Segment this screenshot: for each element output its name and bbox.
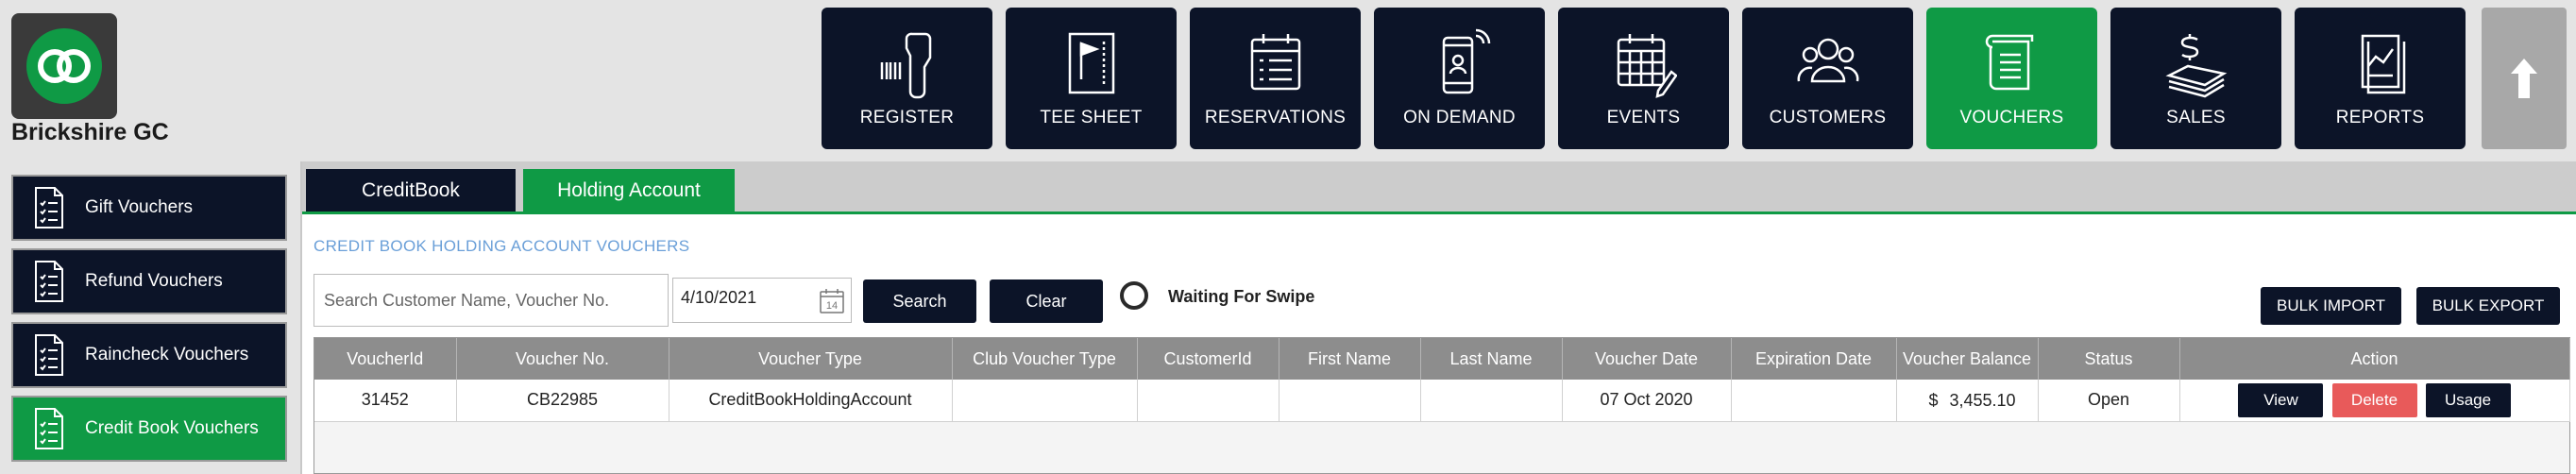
nav-reports[interactable]: REPORTS [2295,8,2466,149]
sidebar-item-raincheck-vouchers[interactable]: Raincheck Vouchers [11,322,287,388]
cell-status: Open [2038,380,2180,422]
swipe-status-text: Waiting For Swipe [1168,287,1315,306]
users-icon [1797,38,1858,83]
column-header: Action [2179,338,2570,380]
column-header[interactable]: Expiration Date [1731,338,1897,380]
nav-on-demand[interactable]: ON DEMAND [1374,8,1545,149]
sidebar-item-refund-vouchers[interactable]: Refund Vouchers [11,248,287,314]
swipe-spinner-icon [1120,281,1148,310]
search-input[interactable] [314,274,669,327]
column-header[interactable]: Last Name [1420,338,1563,380]
nav-reports-label: REPORTS [2335,108,2425,127]
column-header[interactable]: First Name [1279,338,1421,380]
checklist-document-icon [35,187,63,229]
nav-on-demand-label: ON DEMAND [1403,108,1516,127]
column-header[interactable]: Voucher Date [1562,338,1732,380]
table-header-row: VoucherId Voucher No. Voucher Type Club … [314,338,2570,380]
column-header[interactable]: Voucher No. [456,338,669,380]
column-header[interactable]: Status [2038,338,2180,380]
checklist-document-icon [35,334,63,376]
column-header[interactable]: VoucherId [314,338,457,380]
club-name: Brickshire GC [11,119,169,145]
view-button[interactable]: View [2238,382,2324,417]
nav-sales[interactable]: SALES [2110,8,2281,149]
sidebar-item-label: Gift Vouchers [85,197,194,217]
sidebar-item-credit-book-vouchers[interactable]: Credit Book Vouchers [11,396,287,462]
bulk-import-button[interactable]: BULK IMPORT [2261,287,2401,325]
date-picker[interactable]: 4/10/2021 14 [672,278,852,323]
flag-icon [1068,32,1114,94]
column-header[interactable]: CustomerId [1137,338,1280,380]
delete-button[interactable]: Delete [2331,382,2417,417]
calendar-icon[interactable]: 14 [819,288,845,314]
nav-events[interactable]: EVENTS [1558,8,1729,149]
sidebar-item-label: Refund Vouchers [85,271,223,291]
nav-reservations-label: RESERVATIONS [1204,108,1347,127]
reservation-list-icon [1250,34,1300,91]
tab-creditbook[interactable]: CreditBook [306,169,516,212]
scroll-to-top-button[interactable] [2482,8,2567,149]
nav-tee-sheet-label: TEE SHEET [1040,108,1143,127]
sidebar-item-label: Raincheck Vouchers [85,345,249,364]
voucher-document-icon [1985,34,2033,91]
cell-voucher-type: CreditBookHoldingAccount [669,380,953,422]
search-button[interactable]: Search [863,279,976,323]
nav-register-label: REGISTER [859,108,955,127]
cell-voucher-no: CB22985 [456,380,669,422]
nav-register[interactable]: REGISTER [822,8,992,149]
mobile-phone-icon [1442,28,1490,94]
vouchers-table-container: VoucherId Voucher No. Voucher Type Club … [314,337,2570,474]
barcode-scanner-icon [880,32,931,99]
nav-vouchers[interactable]: VOUCHERS [1926,8,2097,149]
report-chart-icon [2361,34,2405,94]
checklist-document-icon [35,408,63,449]
checklist-document-icon [35,261,63,302]
bulk-export-button[interactable]: BULK EXPORT [2416,287,2560,325]
column-header[interactable]: Club Voucher Type [952,338,1138,380]
nav-customers-label: CUSTOMERS [1769,108,1887,127]
nav-reservations[interactable]: RESERVATIONS [1190,8,1361,149]
column-header[interactable]: Voucher Type [669,338,953,380]
cell-last-name [1420,380,1563,422]
balance-amount: 3,455.10 [1949,391,2016,410]
calendar-edit-icon [1617,34,1677,98]
balance-currency-symbol: $ [1928,391,1939,410]
tab-bar: CreditBook Holding Account [302,161,2576,214]
sidebar-item-label: Credit Book Vouchers [85,418,259,438]
logo-rings-icon [26,28,102,104]
cell-club-voucher-type [952,380,1138,422]
nav-sales-label: SALES [2166,108,2226,127]
date-value: 4/10/2021 [681,288,757,307]
cell-expiration-date [1731,380,1897,422]
table-row: 31452 CB22985 CreditBookHoldingAccount 0… [314,380,2570,422]
cell-voucher-date: 07 Oct 2020 [1562,380,1732,422]
nav-customers[interactable]: CUSTOMERS [1742,8,1913,149]
cell-actions: View Delete Usage [2179,380,2570,422]
arrow-up-icon [2511,59,2537,98]
nav-tee-sheet[interactable]: TEE SHEET [1006,8,1177,149]
money-stack-icon [2164,34,2227,98]
usage-button[interactable]: Usage [2425,382,2511,417]
svg-text:14: 14 [826,300,838,312]
cell-voucher-balance: $ 3,455.10 [1896,380,2039,422]
cell-voucher-id: 31452 [314,380,457,422]
clear-button[interactable]: Clear [990,279,1103,323]
tab-holding-account[interactable]: Holding Account [523,169,735,212]
main-panel: CreditBook Holding Account CREDIT BOOK H… [300,161,2576,474]
cell-first-name [1279,380,1421,422]
nav-events-label: EVENTS [1606,108,1681,127]
column-header[interactable]: Voucher Balance [1896,338,2039,380]
club-logo[interactable] [11,13,117,119]
sidebar-item-gift-vouchers[interactable]: Gift Vouchers [11,175,287,241]
vouchers-table: VoucherId Voucher No. Voucher Type Club … [314,338,2570,422]
cell-customer-id [1137,380,1280,422]
nav-vouchers-label: VOUCHERS [1959,108,2064,127]
section-title: CREDIT BOOK HOLDING ACCOUNT VOUCHERS [314,237,690,255]
top-bar: Brickshire GC REGISTER TEE SHEET RESERVA… [0,0,2576,156]
